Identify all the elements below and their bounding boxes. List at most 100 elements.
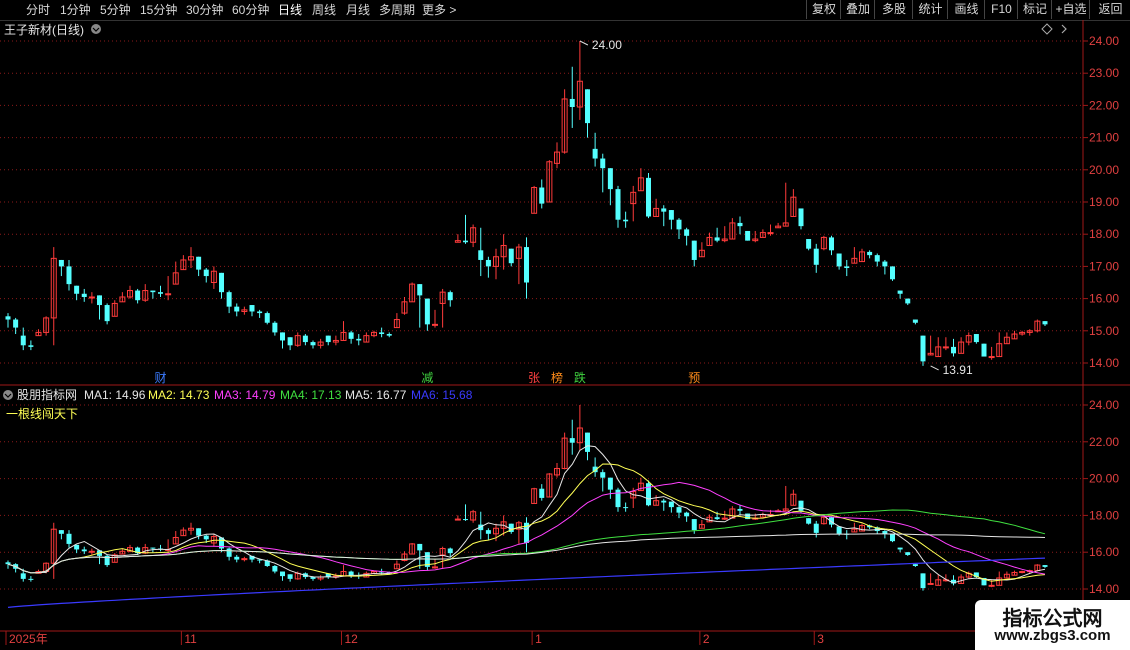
date-label: 3 <box>817 632 824 646</box>
main-candle <box>424 298 430 325</box>
main-candle <box>165 293 172 296</box>
ind-candle <box>668 501 674 508</box>
main-candle <box>88 296 95 299</box>
ind-candle <box>623 507 629 509</box>
period-tab-6[interactable]: 日线 <box>278 1 302 19</box>
ind-candle <box>714 517 720 520</box>
ind-candle <box>661 500 667 503</box>
main-candle <box>302 335 308 343</box>
ind-candle <box>927 582 934 585</box>
period-tab-3[interactable]: 15分钟 <box>140 1 177 19</box>
toolbar-button-8[interactable]: 返回 <box>1089 0 1130 19</box>
toolbar-button-3[interactable]: 统计 <box>912 0 948 19</box>
main-candle <box>920 335 926 362</box>
period-tab-1[interactable]: 1分钟 <box>60 1 91 19</box>
main-candles <box>5 41 1048 366</box>
ind-candle <box>287 574 293 579</box>
main-candle <box>592 148 598 159</box>
period-tab-8[interactable]: 月线 <box>346 1 370 19</box>
main-candle <box>569 98 575 108</box>
main-candle <box>973 334 979 343</box>
period-tab-10[interactable]: 更多 > <box>422 1 456 19</box>
main-candle <box>417 284 423 296</box>
main-candle <box>524 247 529 283</box>
ind-candle <box>539 488 545 498</box>
ind-candle <box>5 562 11 565</box>
main-candle <box>798 208 804 227</box>
indicator-ma-lines <box>7 445 1046 608</box>
main-candle <box>646 177 651 217</box>
main-candle <box>508 248 514 264</box>
main-candle <box>585 89 590 124</box>
main-candle <box>348 332 354 339</box>
main-candle <box>104 305 110 322</box>
ind-candle <box>737 508 743 511</box>
main-candle <box>844 266 850 269</box>
main-price-tick: 14.00 <box>1089 356 1119 370</box>
stock-chart[interactable]: 24.00 23.00 22.00 21.00 20.00 19.00 18.00 17.00… <box>0 20 1130 650</box>
toolbar-button-1[interactable]: 叠加 <box>840 0 875 19</box>
toolbar-button-5[interactable]: F10 <box>984 0 1018 19</box>
main-candle <box>539 187 545 204</box>
ind-candle <box>684 512 690 517</box>
toolbar-button-0[interactable]: 复权 <box>806 0 841 19</box>
ind-candle <box>28 578 34 580</box>
ind-candle <box>226 548 232 557</box>
low-label: 13.91 <box>943 363 973 377</box>
indicator-price-tick: 16.00 <box>1089 545 1119 559</box>
ind-candle <box>463 519 468 521</box>
ind-candle <box>798 500 804 511</box>
ma-line-1 <box>7 445 1046 584</box>
ind-candle <box>241 558 248 561</box>
ind-candle <box>988 584 995 587</box>
main-price-tick: 21.00 <box>1089 131 1119 145</box>
indicator-price-tick: 24.00 <box>1089 398 1119 412</box>
ind-candle <box>447 548 453 554</box>
main-candle <box>234 306 240 312</box>
toolbar-button-4[interactable]: 画线 <box>947 0 985 19</box>
indicator-price-tick: 14.00 <box>1089 582 1119 596</box>
main-candle <box>264 313 270 323</box>
date-label: 12 <box>345 632 359 646</box>
main-candle <box>897 290 903 294</box>
ind-candle <box>615 489 621 508</box>
main-candle <box>432 323 438 326</box>
ind-candle <box>585 432 590 452</box>
main-candle <box>615 189 621 220</box>
ind-candle <box>272 566 278 572</box>
period-tab-7[interactable]: 周线 <box>312 1 336 19</box>
main-candle <box>607 168 613 190</box>
main-candle <box>196 256 202 270</box>
ind-candle <box>813 523 819 533</box>
main-price-tick: 19.00 <box>1089 195 1119 209</box>
ind-candle <box>912 564 918 566</box>
period-tab-0[interactable]: 分时 <box>26 1 50 19</box>
main-price-tick: 15.00 <box>1089 324 1119 338</box>
period-tab-4[interactable]: 30分钟 <box>186 1 223 19</box>
ind-candle <box>1019 571 1026 574</box>
main-candle <box>97 295 102 306</box>
ind-candle <box>607 477 613 490</box>
toolbar-button-6[interactable]: 标记 <box>1017 0 1052 19</box>
main-candle <box>58 259 64 267</box>
period-tab-9[interactable]: 多周期 <box>379 1 415 19</box>
main-candle <box>806 239 812 249</box>
labels: 王子新材(日线)24.0013.91财减张榜跌预股朋指标网 MA1: 14.96 M… <box>3 22 1067 421</box>
toolbar-button-2[interactable]: 多股 <box>874 0 913 19</box>
main-candle <box>257 311 263 314</box>
ind-candle <box>691 519 697 531</box>
ind-candle <box>348 571 354 576</box>
main-price-tick: 16.00 <box>1089 292 1119 306</box>
indicator-price-tick: 18.00 <box>1089 508 1119 522</box>
period-tab-2[interactable]: 5分钟 <box>100 1 131 19</box>
main-candle <box>272 322 278 333</box>
main-candle <box>767 232 774 235</box>
main-candle <box>28 345 34 347</box>
ma-label-2: MA2: 14.73 <box>148 388 210 402</box>
main-candle <box>661 208 667 212</box>
toolbar: 分时 1分钟 5分钟 15分钟 30分钟 60分钟 日线 周线 月线 多周期 更多 > 复权 叠加 多股… <box>0 0 1130 21</box>
main-candle <box>20 335 26 346</box>
toolbar-button-7[interactable]: +自选 <box>1051 0 1090 19</box>
chevron-right-icon <box>1061 24 1067 34</box>
period-tab-5[interactable]: 60分钟 <box>232 1 269 19</box>
